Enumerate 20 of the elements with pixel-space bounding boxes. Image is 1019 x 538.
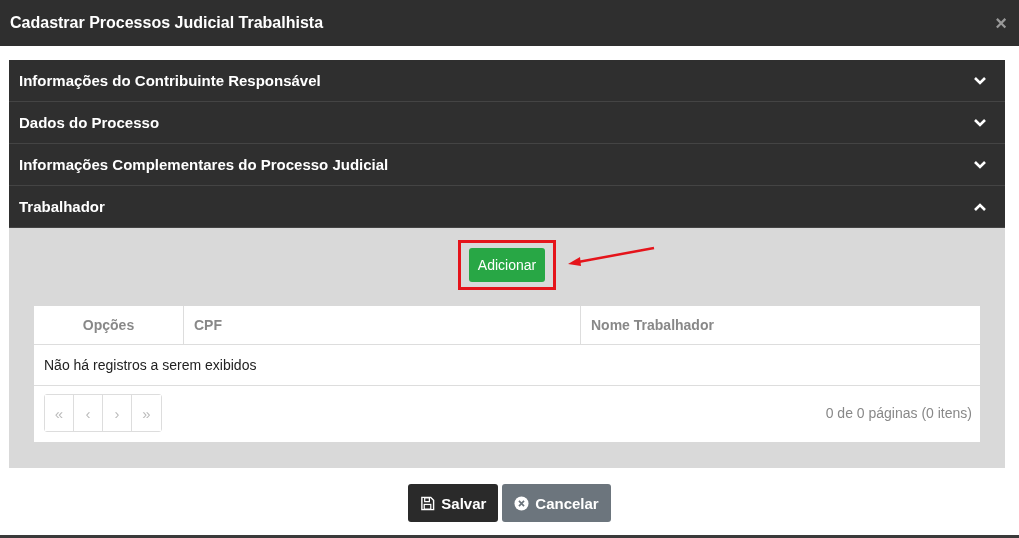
chevron-down-icon — [973, 75, 987, 86]
column-header: Opções — [34, 306, 184, 344]
accordion-header[interactable]: Informações Complementares do Processo Judicial — [9, 144, 1005, 186]
page-summary: 0 de 0 páginas (0 itens) — [825, 405, 972, 421]
save-button[interactable]: Salvar — [408, 484, 499, 522]
column-header: Nome Trabalhador — [590, 316, 715, 335]
chevron-down-icon — [973, 159, 987, 170]
column-header: CPF — [184, 306, 581, 344]
floppy-icon — [420, 495, 436, 511]
accordion-header[interactable]: Dados do Processo — [9, 102, 1005, 144]
accordion-header[interactable]: Informações do Contribuinte Responsável — [9, 60, 1005, 102]
chevron-down-icon — [973, 117, 987, 128]
window-title: Cadastrar Processos Judicial Trabalhista — [10, 14, 324, 32]
empty-message: Não há registros a serem exibidos — [34, 345, 980, 386]
chevron-up-icon — [973, 201, 987, 212]
close-circle-icon — [514, 495, 530, 511]
cancel-button[interactable]: Cancelar — [502, 484, 611, 522]
accordion-header[interactable]: Trabalhador — [9, 186, 1005, 228]
close-button[interactable]: × — [993, 11, 1009, 35]
add-button[interactable]: Adicionar — [468, 248, 546, 282]
